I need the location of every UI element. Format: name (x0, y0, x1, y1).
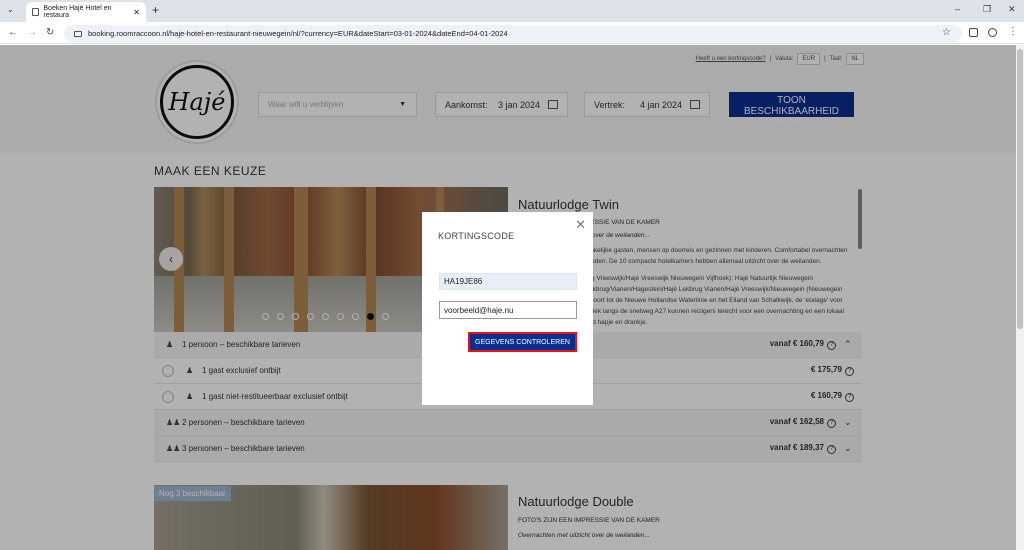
close-dialog-icon[interactable]: ✕ (575, 217, 586, 233)
side-panel-icon[interactable] (969, 28, 978, 37)
dialog-title: KORTINGSCODE (438, 231, 515, 241)
minimize-icon[interactable]: – (955, 4, 960, 14)
tab-title: Boeken Hajé Hotel en restaura (43, 5, 112, 19)
reload-icon[interactable]: ↻ (46, 27, 54, 38)
profile-icon[interactable] (988, 28, 997, 37)
browser-tab[interactable]: Boeken Hajé Hotel en restaura ✕ (26, 2, 146, 22)
close-tab-icon[interactable]: ✕ (133, 8, 140, 17)
site-info-icon[interactable] (74, 30, 82, 37)
tab-search-icon[interactable]: ⌄ (7, 5, 14, 14)
bookmark-star-icon[interactable]: ☆ (942, 27, 951, 38)
address-bar-row: ← → ↻ booking.roomraccoon.nl/haje-hotel-… (0, 22, 1024, 44)
email-input[interactable]: voorbeeld@haje.nu (439, 301, 577, 319)
address-bar[interactable]: booking.roomraccoon.nl/haje-hotel-en-res… (64, 25, 962, 42)
browser-tab-bar: ⌄ Boeken Hajé Hotel en restaura ✕ + – ❐ … (0, 0, 1024, 22)
restore-icon[interactable]: ❐ (983, 4, 991, 15)
browser-menu-icon[interactable]: ⋮ (1008, 26, 1018, 37)
check-details-button[interactable]: GEGEVENS CONTROLEREN (468, 332, 577, 352)
url-text: booking.roomraccoon.nl/haje-hotel-en-res… (88, 29, 508, 38)
page-scrollbar[interactable] (1016, 45, 1024, 550)
forward-icon[interactable]: → (27, 27, 37, 38)
back-icon[interactable]: ← (8, 27, 18, 38)
new-tab-icon[interactable]: + (152, 3, 159, 17)
favicon-icon (32, 8, 40, 16)
discount-code-input[interactable]: HA19JE86 (439, 273, 577, 290)
close-window-icon[interactable]: ✕ (1008, 4, 1016, 15)
discount-code-dialog: ✕ KORTINGSCODE HA19JE86 voorbeeld@haje.n… (422, 212, 593, 405)
